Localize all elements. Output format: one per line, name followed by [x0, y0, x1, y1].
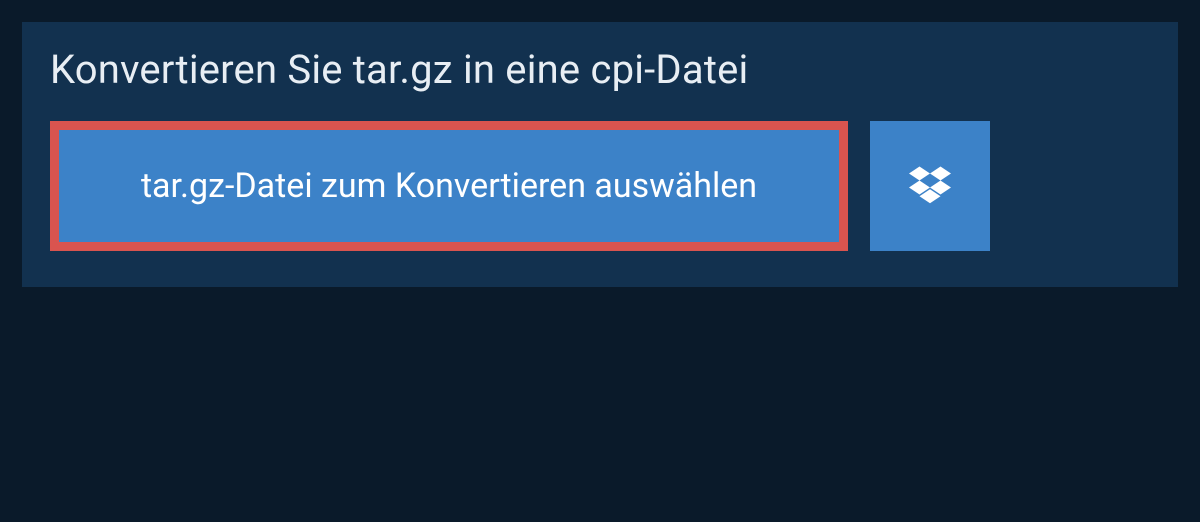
select-file-button[interactable]: tar.gz-Datei zum Konvertieren auswählen	[50, 121, 848, 251]
convert-panel: Konvertieren Sie tar.gz in eine cpi-Date…	[22, 22, 1178, 287]
dropbox-icon	[909, 163, 951, 209]
select-file-button-label: tar.gz-Datei zum Konvertieren auswählen	[141, 166, 757, 206]
page-title: Konvertieren Sie tar.gz in eine cpi-Date…	[22, 22, 1178, 121]
dropbox-button[interactable]	[870, 121, 990, 251]
action-row: tar.gz-Datei zum Konvertieren auswählen	[22, 121, 1178, 287]
